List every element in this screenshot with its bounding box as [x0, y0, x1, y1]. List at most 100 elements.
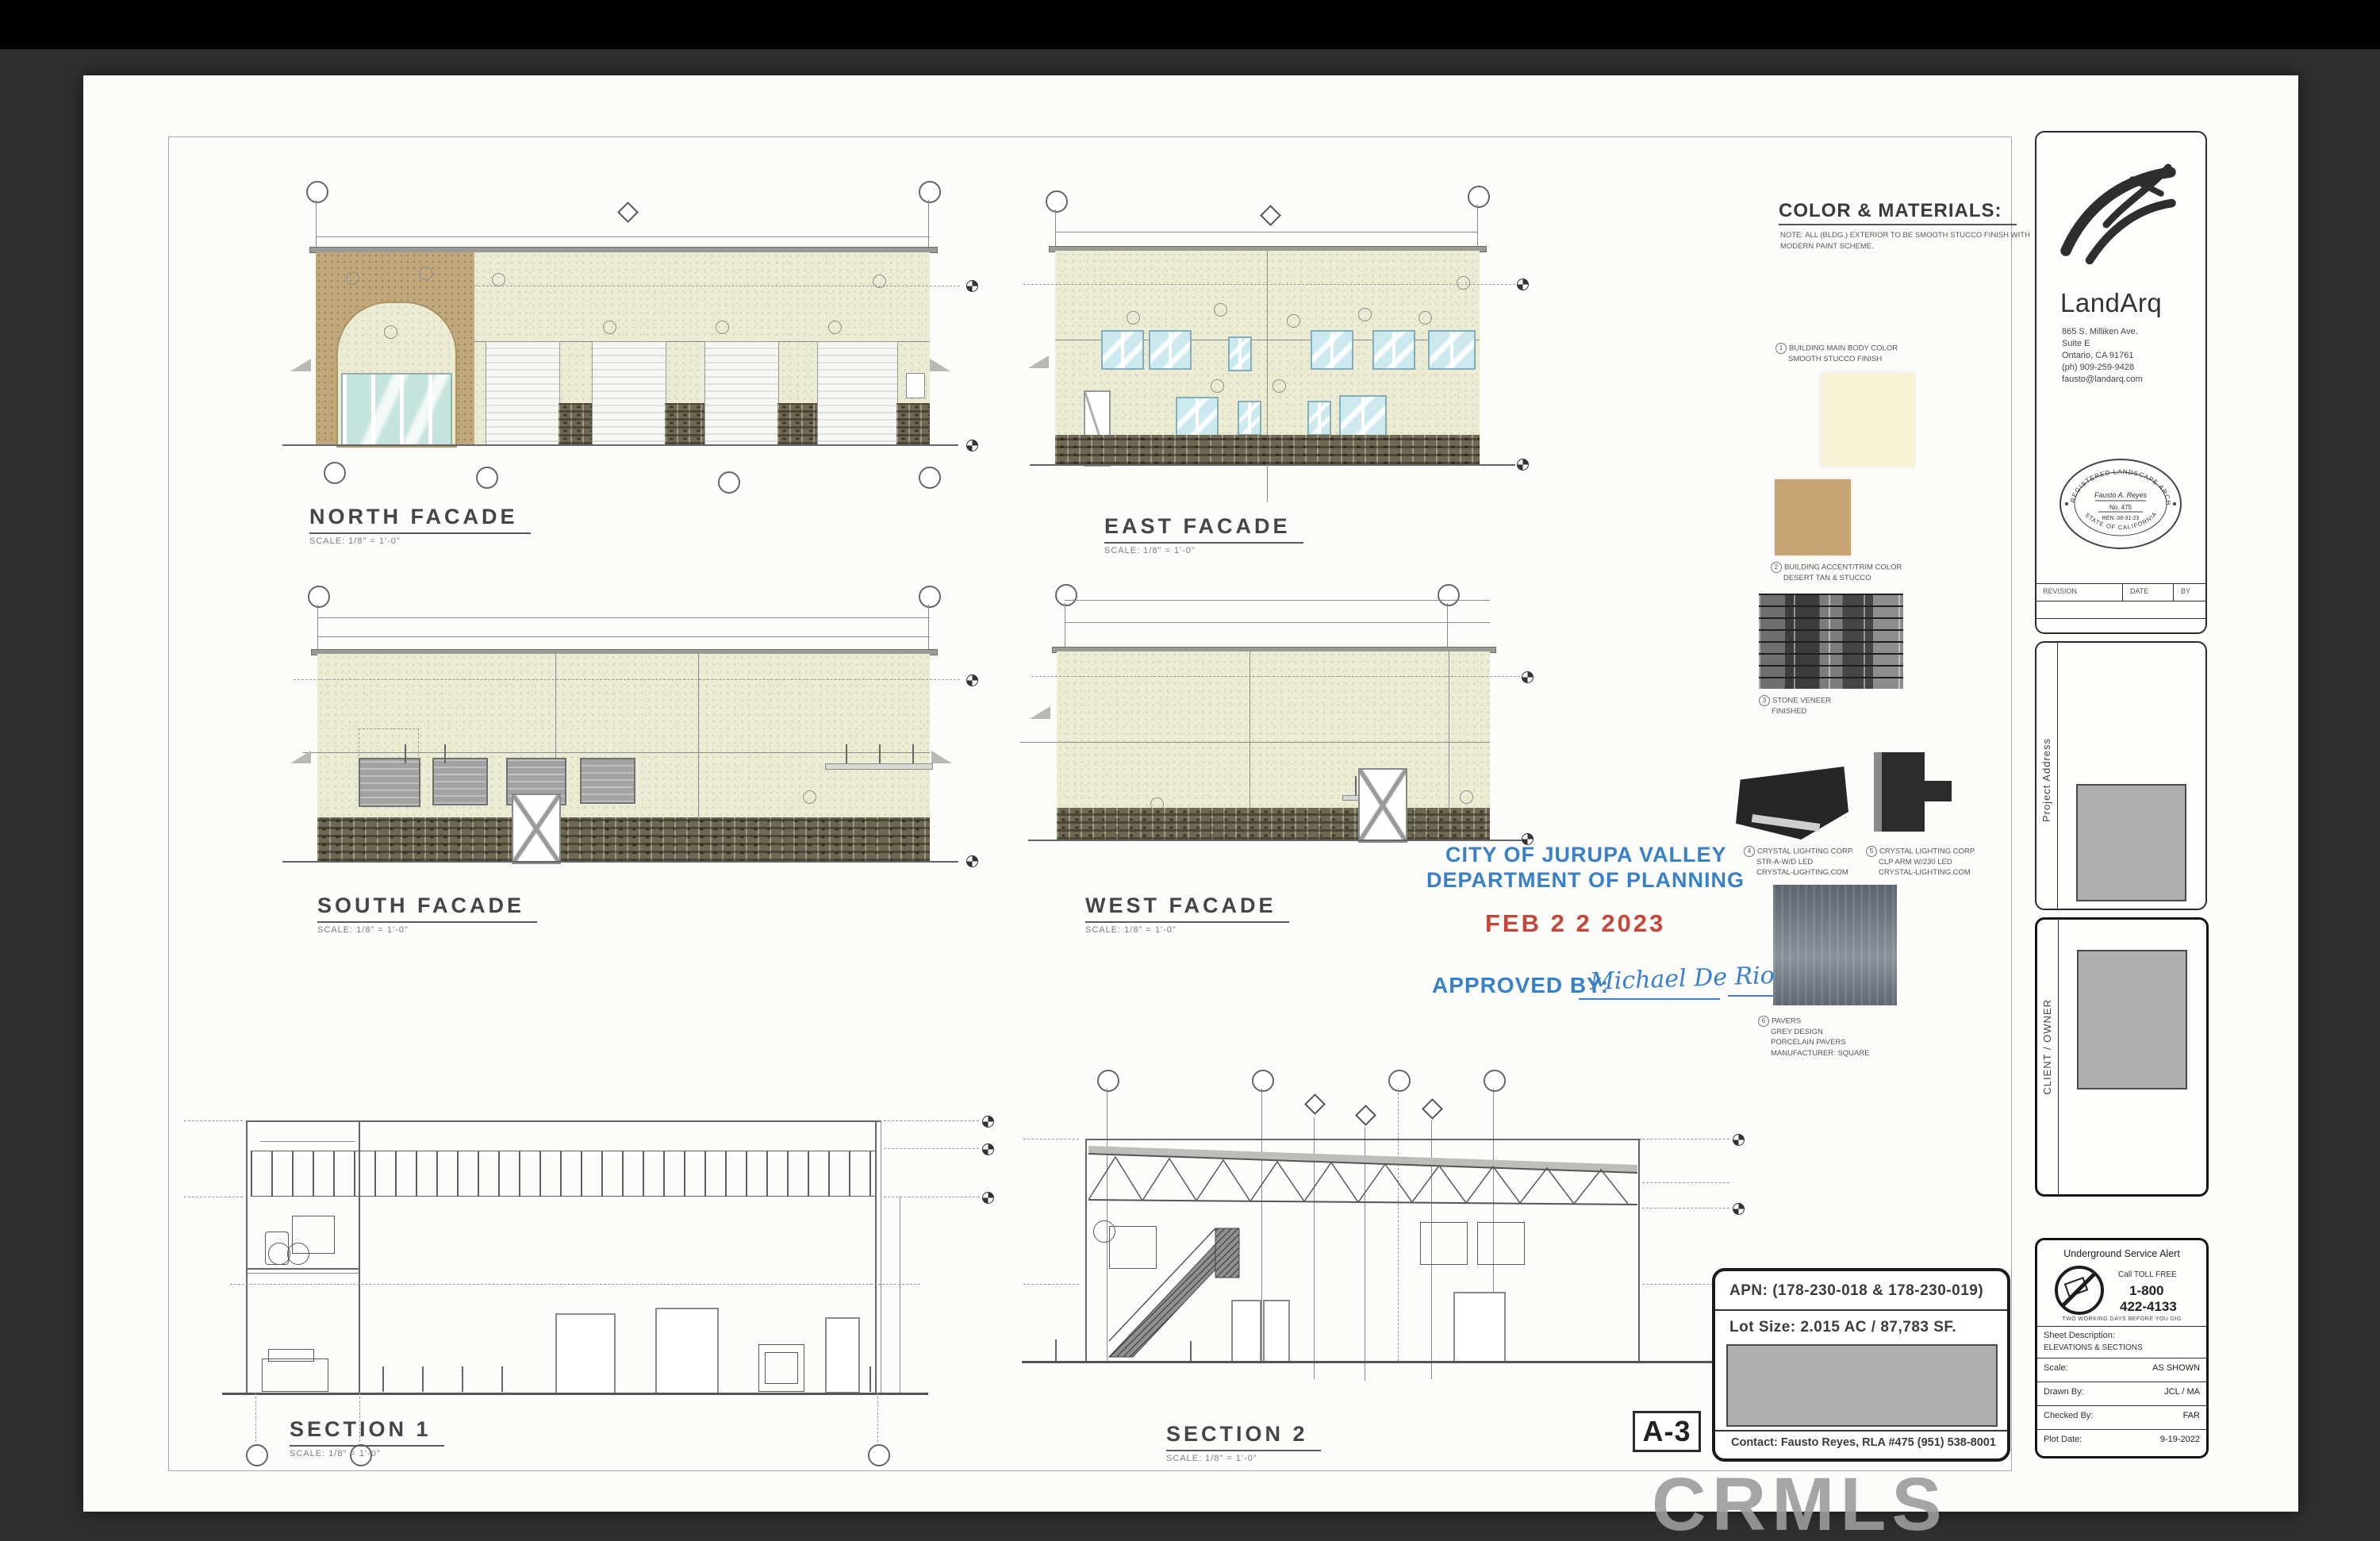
- material-caption-4: 4CRYSTAL LIGHTING CORP. STR-A-W/D LED CR…: [1744, 846, 1854, 878]
- grid-bubble: [919, 181, 941, 203]
- stone-arch-entry: [316, 252, 474, 444]
- keynote-number: 2: [1771, 562, 1782, 573]
- plot-date-value: 9-19-2022: [2160, 1435, 2200, 1444]
- project-address-label: Project Address: [2040, 738, 2052, 822]
- lift-post: [382, 1366, 384, 1392]
- keynote-circle: [1127, 311, 1140, 325]
- lift-post: [869, 1366, 871, 1392]
- drawing-title: EAST FACADE: [1104, 514, 1303, 544]
- grid-bubble: [1055, 584, 1077, 606]
- drawing-title: SECTION 1: [290, 1417, 444, 1447]
- canopy-bracket: [290, 751, 311, 763]
- rollup-door: [704, 341, 779, 446]
- keynote-circle: [1214, 303, 1227, 317]
- materials-heading: COLOR & MATERIALS:: [1779, 200, 2017, 225]
- dim-line: [1447, 622, 1490, 623]
- svg-text:REN. 08-31-23: REN. 08-31-23: [2102, 516, 2140, 521]
- window-pair: [1311, 330, 1353, 370]
- grid-bubble: [306, 181, 328, 203]
- swatch-body-color: [1821, 373, 1914, 467]
- grid-bubble: [919, 467, 941, 489]
- grid-bubble: [1468, 186, 1490, 208]
- door-post: [444, 744, 446, 763]
- keynote-circle: [346, 271, 359, 285]
- checked-by-label: Checked By:: [2044, 1411, 2093, 1420]
- section-door: [1453, 1292, 1506, 1363]
- roof-datum-dashed: [294, 679, 960, 680]
- revision-divider: [2122, 583, 2123, 601]
- revision-col-revision: REVISION: [2043, 587, 2077, 595]
- revision-row-line: [2036, 618, 2205, 619]
- keynote-circle: [1418, 311, 1432, 325]
- window-pair: [1339, 395, 1387, 436]
- planning-stamp-line1: CITY OF JURUPA VALLEY: [1445, 843, 1727, 867]
- divider: [1715, 1430, 2007, 1431]
- sheet-number-badge: A-3: [1633, 1411, 1701, 1452]
- drawing-scale: SCALE: 1/8" = 1'-0": [1085, 925, 1289, 935]
- window-pair: [1149, 330, 1192, 370]
- info-divider: [2037, 1405, 2206, 1406]
- south-facade-label-group: SOUTH FACADE SCALE: 1/8" = 1'-0": [317, 893, 537, 935]
- grid-line-dashed: [1398, 1089, 1399, 1361]
- panel-label-strip: Project Address: [2036, 643, 2058, 909]
- client-owner-label: CLIENT / OWNER: [2041, 999, 2053, 1095]
- mezz-dim-line: [260, 1141, 355, 1142]
- keynote-circle: [419, 267, 432, 280]
- dim-line: [1065, 600, 1490, 601]
- roof-datum-dashed: [1023, 284, 1523, 285]
- canopy-bracket: [1028, 355, 1049, 368]
- revision-col-date: DATE: [2130, 587, 2148, 595]
- revision-table-top: [2036, 583, 2205, 584]
- stone-wainscot: [665, 403, 704, 444]
- watermark: CRMLS: [1652, 1462, 1948, 1541]
- trellis-post: [879, 744, 881, 763]
- info-divider: [2037, 1326, 2206, 1327]
- roof-datum-dashed: [1031, 676, 1528, 677]
- drawing-scale: SCALE: 1/8" = 1'-0": [290, 1449, 444, 1458]
- level-marker: [966, 674, 978, 686]
- material-caption-5: 5CRYSTAL LIGHTING CORP. CLP ARM W/230 LE…: [1866, 846, 1976, 878]
- level-marker: [966, 440, 978, 452]
- redacted-block: [1726, 1344, 1998, 1427]
- grid-bubble: [1097, 1070, 1119, 1092]
- material-caption-3: 3STONE VENEER FINISHED: [1759, 695, 1831, 717]
- drawing-title: NORTH FACADE: [309, 505, 531, 534]
- level-marker: [1733, 1134, 1745, 1146]
- materials-note-line1: NOTE: ALL (BLDG.) EXTERIOR TO BE SMOOTH …: [1780, 230, 2030, 241]
- checked-by-value: FAR: [2183, 1411, 2200, 1420]
- window-small: [1238, 401, 1261, 436]
- mezzanine-floor-line: [248, 1273, 359, 1274]
- lot-size: Lot Size: 2.015 AC / 87,783 SF.: [1729, 1319, 1956, 1336]
- window-small: [1228, 336, 1252, 371]
- west-facade-label-group: WEST FACADE SCALE: 1/8" = 1'-0": [1085, 893, 1289, 935]
- material-caption-2: 2BUILDING ACCENT/TRIM COLOR DESERT TAN &…: [1771, 562, 1902, 583]
- grid-drop-line: [255, 1393, 256, 1442]
- storefront-glазing: [341, 373, 452, 446]
- level-marker: [982, 1192, 994, 1204]
- rollup-door: [817, 341, 898, 446]
- light-fixture-cylinder: [1882, 752, 1925, 832]
- drawing-title: SOUTH FACADE: [317, 893, 537, 923]
- architect-stamp: REGISTERED LANDSCAPE ARCHITECT STATE OF …: [2057, 456, 2184, 551]
- grid-bubble: [476, 467, 498, 489]
- datum-stub: [884, 1120, 979, 1121]
- bench-top: [268, 1349, 314, 1362]
- ground-line: [1028, 840, 1528, 841]
- window-small: [1307, 401, 1331, 436]
- sheet-desc-value: ELEVATIONS & SECTIONS: [2044, 1343, 2143, 1352]
- ground-line: [1030, 464, 1515, 466]
- keynote-circle: [803, 790, 816, 804]
- signature-underline: [1579, 998, 1720, 1000]
- section-wall: [875, 1120, 877, 1393]
- entry-door: [1358, 768, 1407, 843]
- mezzanine-floor: [248, 1268, 359, 1270]
- grid-bubble: [1046, 190, 1068, 213]
- address-sign: [906, 373, 925, 398]
- ground-line: [282, 444, 958, 446]
- drawing-scale: SCALE: 1/8" = 1'-0": [317, 925, 537, 935]
- dim-line: [317, 636, 690, 637]
- firm-address: 865 S. Milliken Ave. Suite E Ontario, CA…: [2062, 326, 2143, 386]
- svg-text:Fausto A. Reyes: Fausto A. Reyes: [2094, 491, 2148, 499]
- firm-name: LandArq: [2060, 288, 2162, 318]
- level-marker: [966, 855, 978, 867]
